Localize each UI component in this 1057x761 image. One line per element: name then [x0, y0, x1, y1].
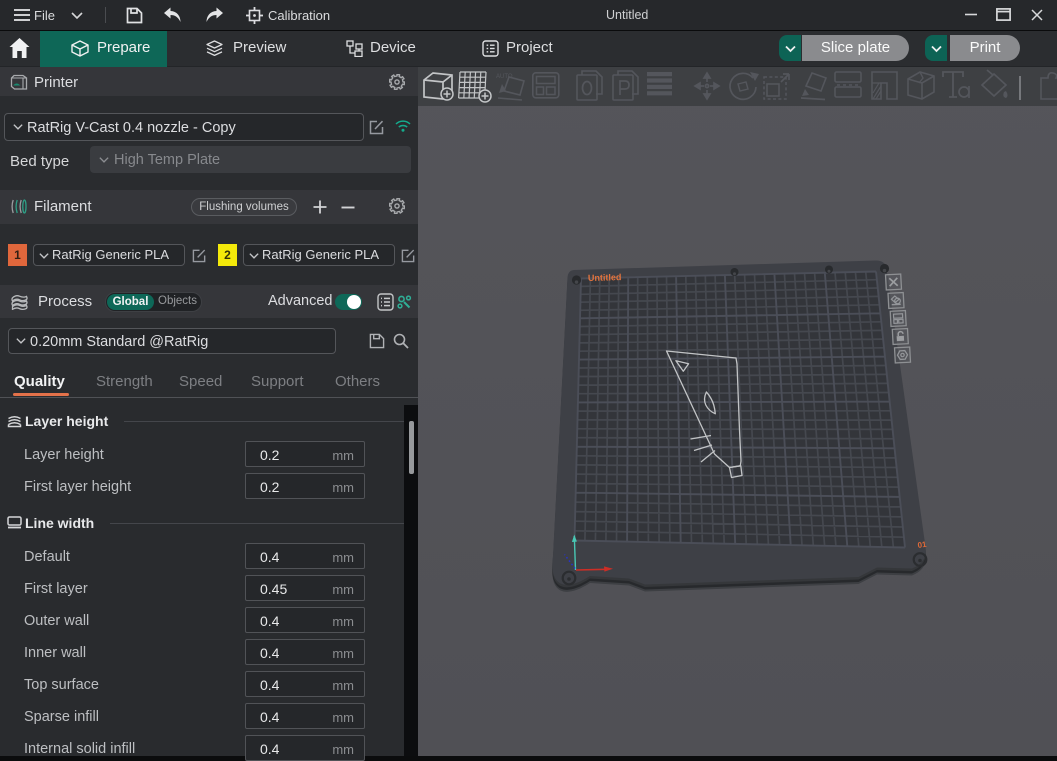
svg-text:Untitled: Untitled	[588, 272, 622, 283]
svg-text:01: 01	[917, 540, 928, 550]
